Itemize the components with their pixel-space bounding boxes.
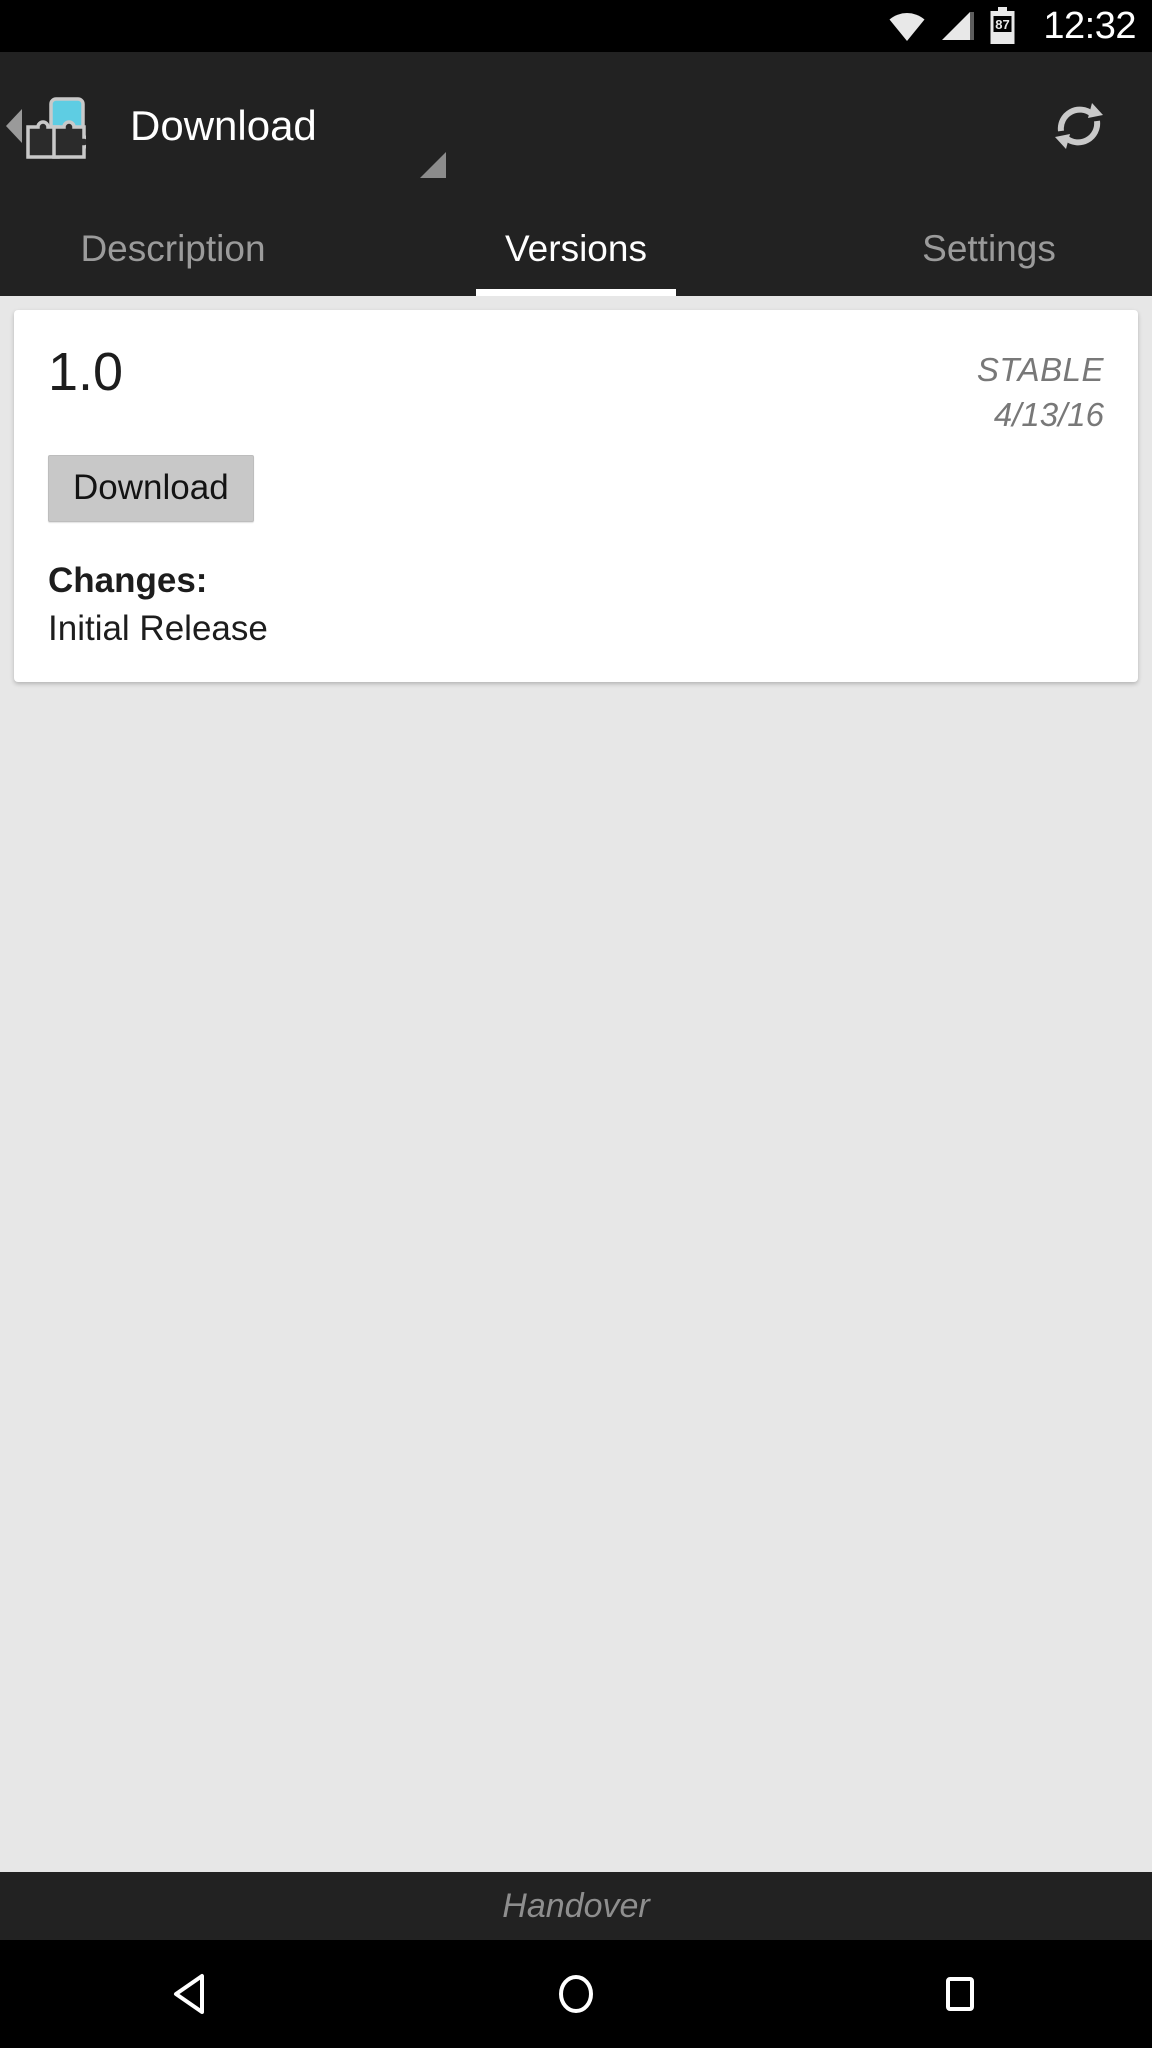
system-navigation-bar	[0, 1940, 1152, 2048]
download-button[interactable]: Download	[48, 455, 254, 523]
svg-text:87: 87	[996, 17, 1010, 32]
status-bar: 87 12:32	[0, 0, 1152, 52]
tab-settings[interactable]: Settings	[768, 200, 1152, 296]
dropdown-triangle-icon[interactable]	[420, 152, 446, 178]
footer-bar: Handover	[0, 1872, 1152, 1940]
nav-home-button[interactable]	[384, 1966, 768, 2022]
changes-text: Initial Release	[48, 609, 268, 649]
tab-versions[interactable]: Versions	[384, 200, 768, 296]
footer-app-name: Handover	[502, 1887, 650, 1925]
version-card-header: 1.0 STABLE 4/13/16	[48, 344, 1104, 437]
status-bar-clock: 12:32	[1043, 5, 1136, 47]
home-circle-icon	[548, 1966, 604, 2022]
up-navigation-button[interactable]	[0, 52, 94, 200]
cell-signal-icon	[940, 10, 976, 42]
tab-description-label: Description	[80, 227, 266, 269]
release-date: 4/13/16	[993, 395, 1104, 433]
action-bar-title: Download	[130, 102, 317, 149]
version-card[interactable]: 1.0 STABLE 4/13/16 Download Changes: Ini…	[14, 310, 1138, 683]
status-bar-icons: 87 12:32	[887, 7, 1136, 45]
puzzle-phone-app-icon	[24, 90, 91, 162]
tab-description[interactable]: Description	[0, 200, 384, 296]
tab-settings-label: Settings	[922, 227, 1056, 269]
version-number: 1.0	[48, 342, 124, 402]
refresh-icon[interactable]	[1048, 95, 1110, 157]
action-bar-actions	[1048, 95, 1152, 157]
nav-back-button[interactable]	[0, 1966, 384, 2022]
battery-icon: 87	[989, 7, 1016, 45]
back-triangle-icon	[164, 1966, 220, 2022]
versions-list: 1.0 STABLE 4/13/16 Download Changes: Ini…	[0, 296, 1152, 1872]
wifi-icon	[887, 10, 927, 42]
tab-versions-label: Versions	[505, 227, 647, 269]
status-badge: STABLE	[976, 351, 1104, 388]
tab-bar: Description Versions Settings	[0, 200, 1152, 296]
action-bar: Download	[0, 52, 1152, 200]
back-caret-icon	[6, 109, 22, 143]
version-meta: STABLE 4/13/16	[977, 344, 1104, 437]
recents-square-icon	[932, 1966, 988, 2022]
changes-label: Changes:	[48, 561, 208, 601]
phone-screen: 87 12:32 Download Description Versions S…	[0, 0, 1152, 2048]
nav-recents-button[interactable]	[768, 1966, 1152, 2022]
